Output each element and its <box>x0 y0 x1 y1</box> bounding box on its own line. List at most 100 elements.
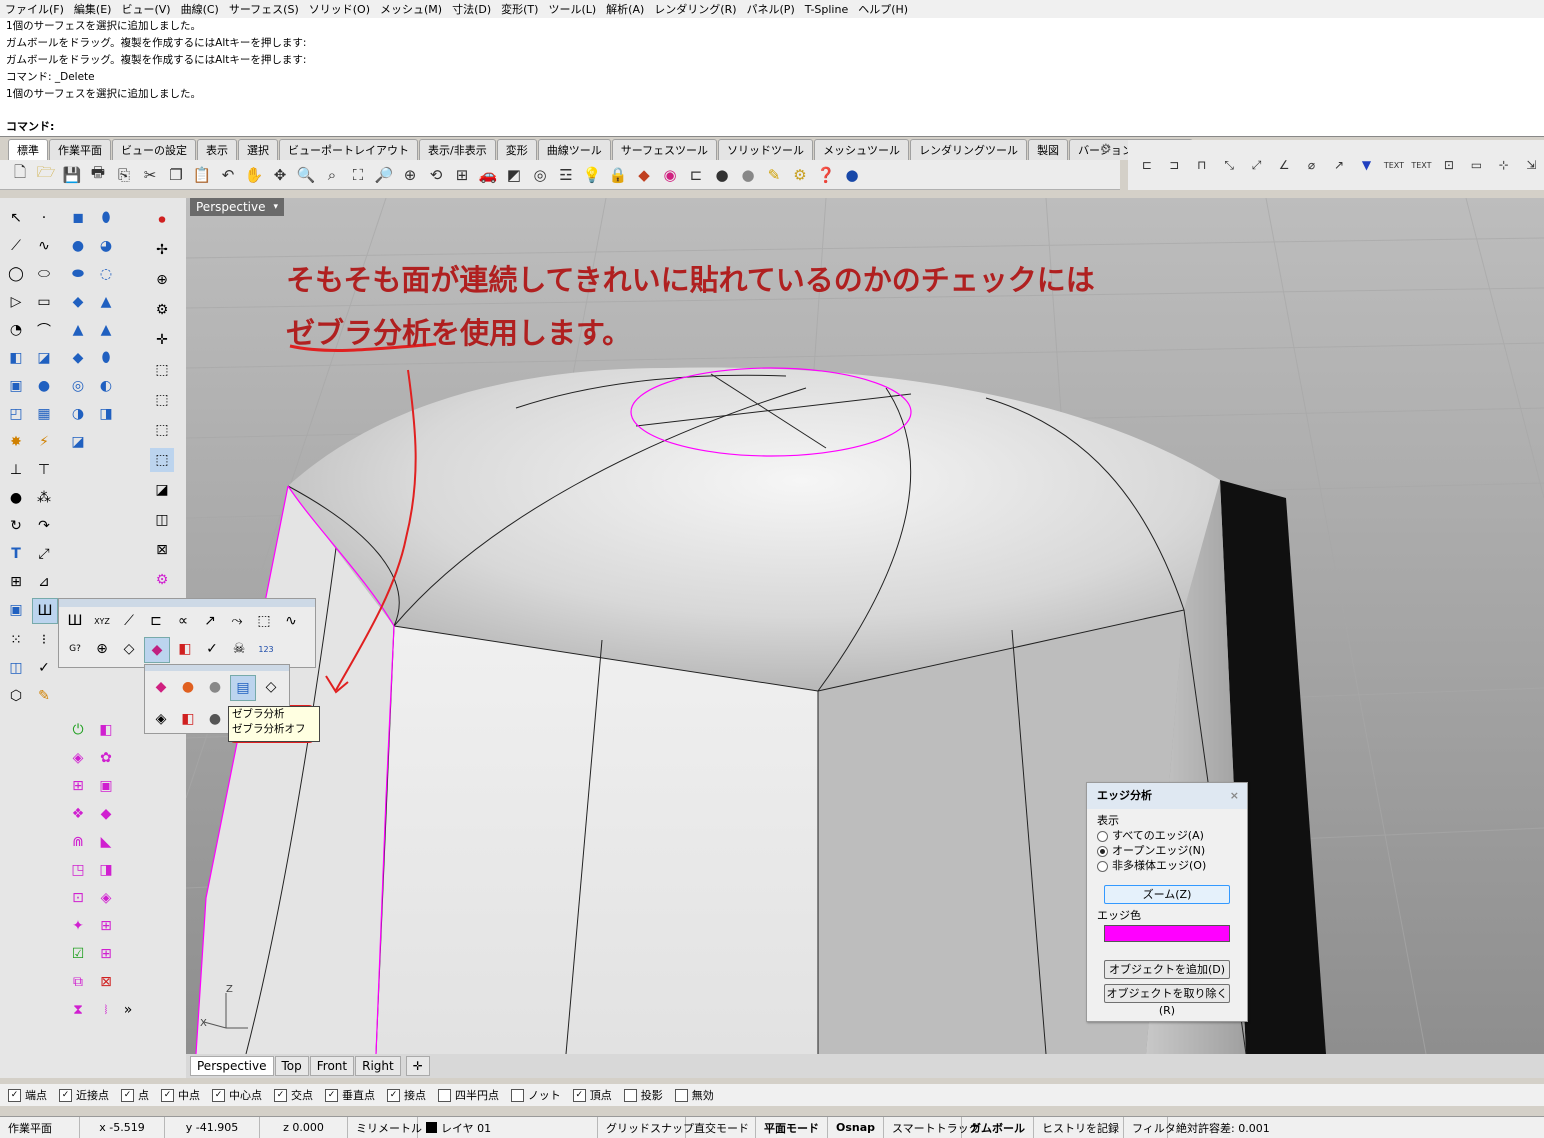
osnap-item-4[interactable]: ✓ 中心点 <box>212 1087 262 1103</box>
osnap-item-7[interactable]: ✓ 接点 <box>387 1087 426 1103</box>
new-file-icon[interactable]: 🗋 <box>8 163 32 187</box>
ungroup-icon[interactable]: ⁂ <box>32 486 56 510</box>
check-solid-icon[interactable]: ☑ <box>66 942 90 966</box>
continuity-icon[interactable]: G? <box>63 637 87 661</box>
slab-icon[interactable]: ◪ <box>66 430 90 454</box>
status-gumball[interactable]: ガムボール <box>962 1117 1034 1138</box>
grid-solid-icon[interactable]: ⊞ <box>94 942 118 966</box>
viewport-title-tab[interactable]: Perspective ▾ <box>190 198 285 216</box>
numbered-icon[interactable]: ⊡ <box>1436 153 1461 177</box>
radio-nonmanifold-edges[interactable]: 非多様体エッジ(O) <box>1087 858 1247 873</box>
extrude-face-icon[interactable]: ⊞ <box>94 914 118 938</box>
shaded-sphere-icon[interactable]: ● <box>736 163 760 187</box>
color-wheel-icon[interactable]: ◉ <box>658 163 682 187</box>
pencil-icon[interactable]: ✎ <box>762 163 786 187</box>
analyze-solid-icon[interactable]: ▣ <box>4 598 28 622</box>
measure-icon[interactable]: Ш <box>63 609 87 633</box>
zoom-button[interactable]: ズーム(Z) <box>1104 885 1230 904</box>
osnap-item-5[interactable]: ✓ 交点 <box>274 1087 313 1103</box>
menu-item-3[interactable]: 曲線(C) <box>176 1 224 17</box>
command-line[interactable]: コマンド: <box>0 117 1544 137</box>
solid-tools-icon[interactable]: ⬡ <box>4 684 28 708</box>
revolve-icon[interactable]: ◐ <box>94 374 118 398</box>
toolbar-tab-11[interactable]: メッシュツール <box>814 139 910 160</box>
cube-view-icon[interactable]: ⬚ <box>150 358 174 382</box>
osnap-item-1[interactable]: ✓ 近接点 <box>59 1087 109 1103</box>
rotate-face-icon[interactable]: ◈ <box>94 886 118 910</box>
cplane-world-icon[interactable]: ⊠ <box>150 538 174 562</box>
leader-icon[interactable]: ↗ <box>1326 153 1351 177</box>
solid-fillet-icon[interactable]: ◑ <box>66 402 90 426</box>
layer-icon[interactable]: ◎ <box>528 163 552 187</box>
vtab-top[interactable]: Top <box>274 1056 309 1076</box>
tripod-icon[interactable]: ✢ <box>150 238 174 262</box>
sweep-icon[interactable]: ◰ <box>4 402 28 426</box>
osnap-checkbox[interactable]: ✓ <box>8 1088 21 1102</box>
menu-item-11[interactable]: レンダリング(R) <box>649 1 741 17</box>
point-analysis-icon[interactable]: ◈ <box>149 707 173 731</box>
cylinder-icon[interactable]: ⬮ <box>94 206 118 230</box>
remove-objects-button[interactable]: オブジェクトを取り除く(R) <box>1104 984 1230 1017</box>
direction-icon[interactable]: ⤳ <box>225 609 249 633</box>
add-objects-button[interactable]: オブジェクトを追加(D) <box>1104 960 1230 979</box>
globe-icon[interactable]: ◕ <box>94 234 118 258</box>
deviation-icon[interactable]: ⊕ <box>90 637 114 661</box>
arc-icon[interactable]: ◔ <box>4 318 28 342</box>
volume-icon[interactable]: ◧ <box>173 637 197 661</box>
plugin-sphere-icon[interactable]: ● <box>840 163 864 187</box>
env-map-icon[interactable]: ● <box>203 675 227 699</box>
ellipse-icon[interactable]: ⬭ <box>32 262 56 286</box>
toolbar-tab-6[interactable]: 表示/非表示 <box>419 139 496 160</box>
truncated-cone-icon[interactable]: ▲ <box>66 318 90 342</box>
light-bulb-icon[interactable]: 💡 <box>580 163 604 187</box>
explode-icon[interactable]: ✸ <box>4 430 28 454</box>
pyramid-icon[interactable]: ▲ <box>94 318 118 342</box>
toolbar-tab-2[interactable]: ビューの設定 <box>112 139 196 160</box>
help-icon[interactable]: ❓ <box>814 163 838 187</box>
toolbar-tab-13[interactable]: 製図 <box>1028 139 1069 160</box>
menu-item-13[interactable]: T-Spline <box>800 3 854 16</box>
menu-item-8[interactable]: 変形(T) <box>496 1 543 17</box>
osnap-item-0[interactable]: ✓ 端点 <box>8 1087 47 1103</box>
xyz-icon[interactable]: XYZ <box>90 609 114 633</box>
box-icon[interactable]: ▣ <box>4 374 28 398</box>
array-icon[interactable]: ⁙ <box>4 628 28 652</box>
toolbar-tab-12[interactable]: レンダリングツール <box>910 139 1028 160</box>
radio-all-edges[interactable]: すべてのエッジ(A) <box>1087 828 1247 843</box>
material-icon[interactable]: ◆ <box>632 163 656 187</box>
pan-hand-icon[interactable]: ✋ <box>242 163 266 187</box>
curvature-analysis-icon[interactable]: ◆ <box>149 675 173 699</box>
osnap-item-11[interactable]: 投影 <box>623 1087 663 1103</box>
duplicate-icon[interactable]: ❐ <box>164 163 188 187</box>
group-icon[interactable]: ● <box>4 486 28 510</box>
analyze-flyout-icon[interactable]: Ш <box>32 598 58 624</box>
sheet-icon[interactable]: ◩ <box>502 163 526 187</box>
osnap-checkbox[interactable]: ✓ <box>387 1088 400 1102</box>
wire-cut-icon[interactable]: ⧉ <box>66 970 90 994</box>
trim-icon[interactable]: ⊥ <box>4 458 28 482</box>
undo-icon[interactable]: ↶ <box>216 163 240 187</box>
osnap-checkbox[interactable]: ✓ <box>274 1088 287 1102</box>
text-block-icon[interactable]: TEXT <box>1409 153 1434 177</box>
dim-line-icon[interactable]: ⤢ <box>32 542 56 566</box>
block-icon[interactable]: ⊞ <box>4 570 28 594</box>
osnap-checkbox[interactable]: ✓ <box>161 1088 174 1102</box>
hole-icon[interactable]: ⊡ <box>66 886 90 910</box>
cone-icon[interactable]: ▲ <box>94 290 118 314</box>
viewport-menu-chevron-icon[interactable]: ▾ <box>274 198 279 216</box>
area-icon[interactable]: ◇ <box>117 637 141 661</box>
osnap-icon[interactable]: ⊏ <box>684 163 708 187</box>
status-cplane[interactable]: 作業平面 <box>0 1117 80 1138</box>
bounding-box-icon[interactable]: ⬚ <box>252 609 276 633</box>
zoom-icon[interactable]: 🔍 <box>294 163 318 187</box>
torus-icon[interactable]: ◌ <box>94 262 118 286</box>
osnap-checkbox[interactable]: ✓ <box>59 1088 72 1102</box>
text-icon[interactable]: TEXT <box>1381 153 1406 177</box>
osnap-checkbox[interactable] <box>438 1088 451 1102</box>
close-icon[interactable]: × <box>1230 783 1239 809</box>
solid-box-icon[interactable]: ◼ <box>66 206 90 230</box>
diagnostics-icon[interactable]: ☠ <box>227 637 251 661</box>
zoom-extents-icon[interactable]: ⛶ <box>346 163 370 187</box>
pipe-icon[interactable]: ◎ <box>66 374 90 398</box>
cap-planar-icon[interactable]: ❖ <box>66 802 90 826</box>
